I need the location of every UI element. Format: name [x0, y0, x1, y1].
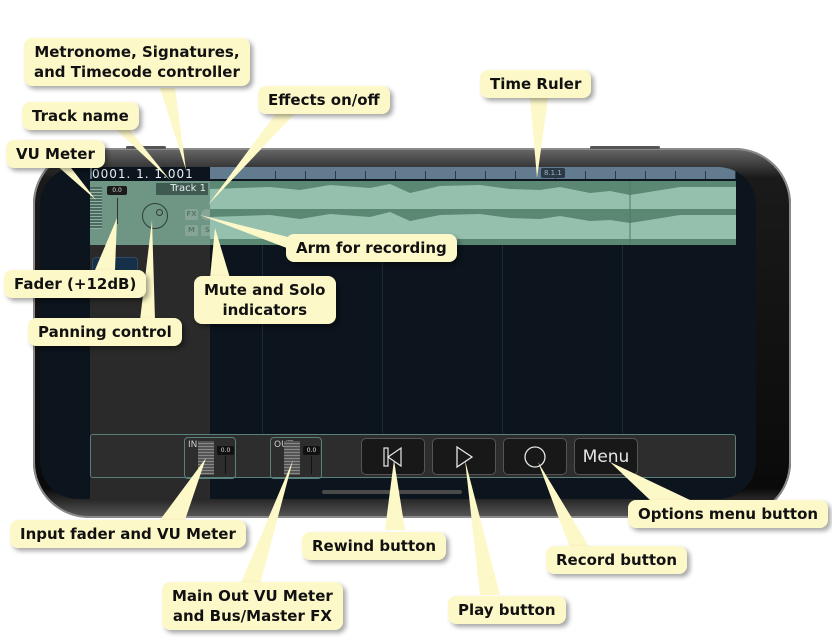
callout-line: indicators	[222, 301, 307, 319]
callout-effects: Effects on/off	[258, 86, 390, 114]
pointer-input	[160, 458, 206, 520]
pointer-track-name	[110, 124, 170, 180]
callout-line: Mute and Solo	[204, 281, 326, 299]
callout-track-name: Track name	[22, 102, 139, 130]
pointer-effects	[208, 108, 300, 205]
callout-options-menu: Options menu button	[628, 500, 829, 528]
callout-panning: Panning control	[28, 318, 182, 346]
callout-rewind: Rewind button	[302, 532, 447, 560]
pointer-mute-solo	[210, 228, 230, 278]
callout-metronome: Metronome, Signatures, and Timecode cont…	[24, 38, 250, 86]
pointer-time-ruler	[530, 98, 548, 178]
callout-main-out: Main Out VU Meter and Bus/Master FX	[162, 582, 343, 630]
callout-line: Metronome, Signatures,	[34, 43, 240, 61]
pointer-main-out	[240, 460, 293, 585]
pointer-fader	[95, 218, 117, 270]
callout-arm: Arm for recording	[286, 234, 457, 262]
callout-line: and Bus/Master FX	[172, 607, 332, 625]
callout-fader: Fader (+12dB)	[4, 270, 147, 298]
callout-play: Play button	[448, 596, 566, 624]
pointer-play	[465, 460, 500, 595]
pointer-record	[538, 462, 590, 548]
pointer-rewind	[385, 460, 405, 530]
pointer-panning	[140, 220, 155, 320]
callout-vu-meter: VU Meter	[6, 140, 105, 168]
callout-time-ruler: Time Ruler	[480, 70, 592, 98]
callout-mute-solo: Mute and Solo indicators	[194, 276, 336, 324]
pointer-metronome	[160, 88, 186, 170]
callout-line: Main Out VU Meter	[172, 587, 333, 605]
callout-line: and Timecode controller	[34, 63, 240, 81]
pointer-vu-meter	[55, 164, 96, 200]
callout-record: Record button	[546, 546, 688, 574]
callout-input-fader: Input fader and VU Meter	[10, 520, 246, 548]
pointer-menu	[610, 462, 690, 500]
